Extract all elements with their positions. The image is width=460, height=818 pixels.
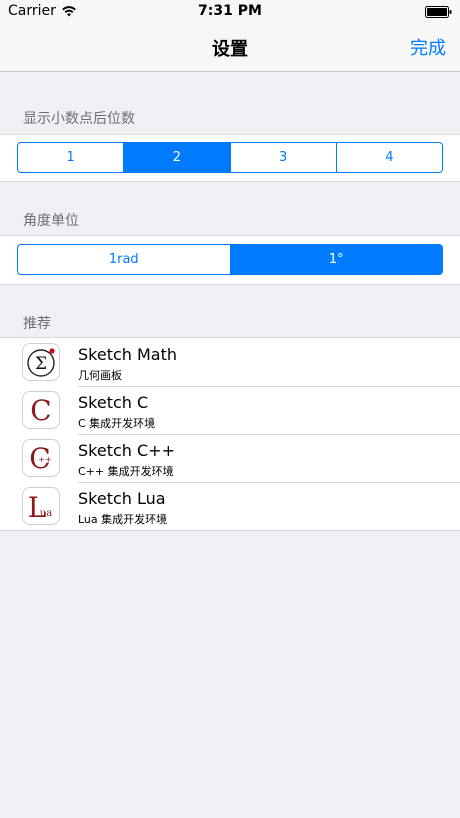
angle-unit-band: 1rad 1° <box>0 235 460 285</box>
navigation-bar: 设置 完成 <box>0 24 460 72</box>
app-title: Sketch Math <box>78 345 178 364</box>
decimal-option-3[interactable]: 3 <box>231 143 337 172</box>
decimal-places-band: 1 2 3 4 <box>0 134 460 182</box>
angle-unit-header: 角度单位 <box>23 213 79 229</box>
decimal-option-4[interactable]: 4 <box>337 143 442 172</box>
app-title: Sketch Lua <box>78 489 166 508</box>
recommend-header: 推荐 <box>23 316 51 332</box>
angle-option-rad[interactable]: 1rad <box>18 245 231 274</box>
app-subtitle: C 集成开发环境 <box>78 417 156 430</box>
status-bar: Carrier 7:31 PM <box>0 0 460 24</box>
decimal-places-header: 显示小数点后位数 <box>23 111 135 127</box>
status-time: 7:31 PM <box>198 3 262 19</box>
angle-unit-segmented-control: 1rad 1° <box>17 244 443 275</box>
lua-letter-icon: L ua <box>22 487 60 525</box>
battery-icon <box>425 6 452 18</box>
app-title: Sketch C++ <box>78 441 175 460</box>
app-title: Sketch C <box>78 393 149 412</box>
app-row-sketch-c[interactable]: C Sketch C C 集成开发环境 <box>0 386 460 434</box>
sigma-icon: Σ <box>22 343 60 381</box>
svg-text:C: C <box>30 394 51 427</box>
page-title: 设置 <box>212 39 248 60</box>
app-subtitle: C++ 集成开发环境 <box>78 465 174 478</box>
svg-text:++: ++ <box>38 455 51 464</box>
decimal-option-2[interactable]: 2 <box>124 143 231 172</box>
app-row-sketch-cpp[interactable]: C ++ Sketch C++ C++ 集成开发环境 <box>0 434 460 482</box>
angle-option-degree[interactable]: 1° <box>230 245 442 274</box>
app-row-sketch-math[interactable]: Σ Sketch Math 几何画板 <box>0 338 460 386</box>
c-letter-icon: C <box>22 391 60 429</box>
decimal-places-segmented-control: 1 2 3 4 <box>17 142 443 173</box>
recommend-list: Σ Sketch Math 几何画板 C Sketch C C 集成开发环境 C… <box>0 337 460 531</box>
done-button[interactable]: 完成 <box>410 34 446 60</box>
decimal-option-1[interactable]: 1 <box>18 143 125 172</box>
app-subtitle: 几何画板 <box>78 369 122 382</box>
svg-text:Σ: Σ <box>35 354 47 374</box>
app-subtitle: Lua 集成开发环境 <box>78 513 168 526</box>
cpp-letter-icon: C ++ <box>22 439 60 477</box>
app-row-sketch-lua[interactable]: L ua Sketch Lua Lua 集成开发环境 <box>0 482 460 530</box>
svg-text:ua: ua <box>40 508 52 519</box>
